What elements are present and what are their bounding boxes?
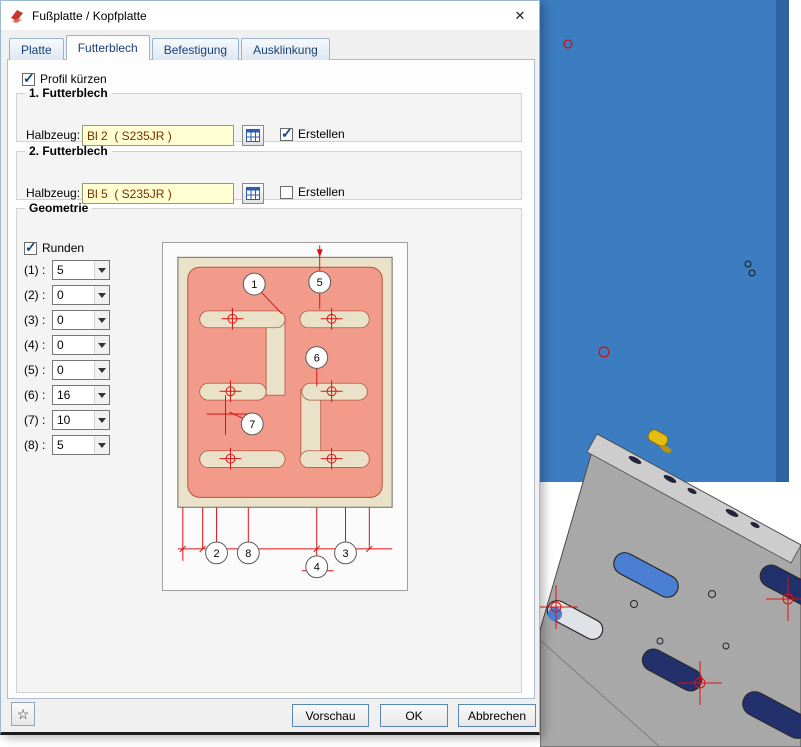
tab-befestigung[interactable]: Befestigung [152, 38, 239, 60]
tab-page-futterblech: Profil kürzen 1. Futterblech Halbzeug: E… [7, 59, 535, 699]
checkbox-label: Runden [42, 241, 84, 255]
combo-value: 0 [53, 286, 94, 304]
combo-value: 0 [53, 336, 94, 354]
chevron-down-icon[interactable] [94, 411, 109, 429]
svg-text:5: 5 [317, 277, 323, 289]
param-label-6: (6) : [24, 388, 45, 402]
halbzeug-label: Halbzeug: [26, 186, 80, 200]
table-icon [246, 129, 260, 142]
tab-futterblech[interactable]: Futterblech [66, 35, 150, 60]
diagram-panel: 1 5 6 7 2 8 4 3 [162, 242, 408, 591]
table-icon [246, 187, 260, 200]
combo-value: 5 [53, 436, 94, 454]
chevron-down-icon[interactable] [94, 336, 109, 354]
svg-text:3: 3 [342, 548, 348, 560]
group-title: 2. Futterblech [25, 144, 112, 158]
svg-text:1: 1 [251, 279, 257, 291]
window-title: Fußplatte / Kopfplatte [32, 9, 147, 23]
catalog-button-1[interactable] [242, 125, 264, 146]
combo-value: 0 [53, 311, 94, 329]
favorites-button[interactable]: ☆ [11, 702, 35, 726]
chevron-down-icon[interactable] [94, 361, 109, 379]
dimension-arrow [317, 249, 323, 257]
dialog-fussplatte-kopfplatte: Fußplatte / Kopfplatte ✕ Platte Futterbl… [0, 0, 540, 735]
checkbox-box[interactable] [280, 186, 293, 199]
close-icon[interactable]: ✕ [511, 7, 529, 25]
param-combo-6[interactable]: 16 [52, 385, 110, 405]
param-label-8: (8) : [24, 438, 45, 452]
cad-viewport[interactable] [540, 0, 801, 747]
checkbox-label: Erstellen [298, 185, 345, 199]
halbzeug-input-1[interactable] [82, 125, 234, 146]
chevron-down-icon[interactable] [94, 386, 109, 404]
checkbox-runden[interactable]: Runden [24, 241, 84, 255]
group-title: Geometrie [25, 201, 92, 215]
group-futterblech-1: 1. Futterblech Halbzeug: Erstellen [16, 86, 522, 142]
param-label-1: (1) : [24, 263, 45, 277]
combo-value: 5 [53, 261, 94, 279]
combo-value: 0 [53, 361, 94, 379]
vorschau-button[interactable]: Vorschau [292, 704, 369, 727]
app-icon [9, 8, 25, 24]
chevron-down-icon[interactable] [94, 286, 109, 304]
param-label-5: (5) : [24, 363, 45, 377]
param-combo-7[interactable]: 10 [52, 410, 110, 430]
param-combo-5[interactable]: 0 [52, 360, 110, 380]
futterblech-preview-drawing: 1 5 6 7 2 8 4 3 [163, 243, 407, 590]
checkbox-label: Erstellen [298, 127, 345, 141]
param-combo-3[interactable]: 0 [52, 310, 110, 330]
param-combo-8[interactable]: 5 [52, 435, 110, 455]
checkbox-box[interactable] [280, 128, 293, 141]
tab-platte[interactable]: Platte [9, 38, 64, 60]
svg-text:2: 2 [214, 548, 220, 560]
chevron-down-icon[interactable] [94, 436, 109, 454]
checkbox-label: Profil kürzen [40, 72, 107, 86]
svg-text:6: 6 [314, 352, 320, 364]
chevron-down-icon[interactable] [94, 261, 109, 279]
param-label-2: (2) : [24, 288, 45, 302]
checkbox-box[interactable] [24, 242, 37, 255]
checkbox-erstellen-2[interactable]: Erstellen [280, 185, 345, 199]
tab-ausklinkung[interactable]: Ausklinkung [241, 38, 330, 60]
checkbox-erstellen-1[interactable]: Erstellen [280, 127, 345, 141]
svg-text:7: 7 [249, 419, 255, 431]
star-icon: ☆ [17, 706, 30, 723]
param-combo-2[interactable]: 0 [52, 285, 110, 305]
param-combo-4[interactable]: 0 [52, 335, 110, 355]
titlebar[interactable]: Fußplatte / Kopfplatte ✕ [1, 1, 539, 31]
ok-button[interactable]: OK [380, 704, 448, 727]
combo-value: 10 [53, 411, 94, 429]
tab-bar: Platte Futterblech Befestigung Ausklinku… [9, 35, 531, 60]
param-label-3: (3) : [24, 313, 45, 327]
blue-plate-face [540, 0, 789, 482]
group-geometrie: Geometrie Runden (1) : 5 (2) : 0 (3) : 0… [16, 201, 522, 693]
combo-value: 16 [53, 386, 94, 404]
param-label-4: (4) : [24, 338, 45, 352]
param-label-7: (7) : [24, 413, 45, 427]
blue-plate-edge [776, 0, 789, 482]
checkbox-box[interactable] [22, 73, 35, 86]
halbzeug-label: Halbzeug: [26, 128, 80, 142]
svg-text:8: 8 [245, 548, 251, 560]
abbrechen-button[interactable]: Abbrechen [458, 704, 536, 727]
param-combo-1[interactable]: 5 [52, 260, 110, 280]
chevron-down-icon[interactable] [94, 311, 109, 329]
group-futterblech-2: 2. Futterblech Halbzeug: Erstellen [16, 144, 522, 200]
checkbox-profil-kuerzen[interactable]: Profil kürzen [22, 72, 107, 86]
slot-highlight [548, 607, 562, 621]
svg-text:4: 4 [314, 562, 320, 574]
group-title: 1. Futterblech [25, 86, 112, 100]
